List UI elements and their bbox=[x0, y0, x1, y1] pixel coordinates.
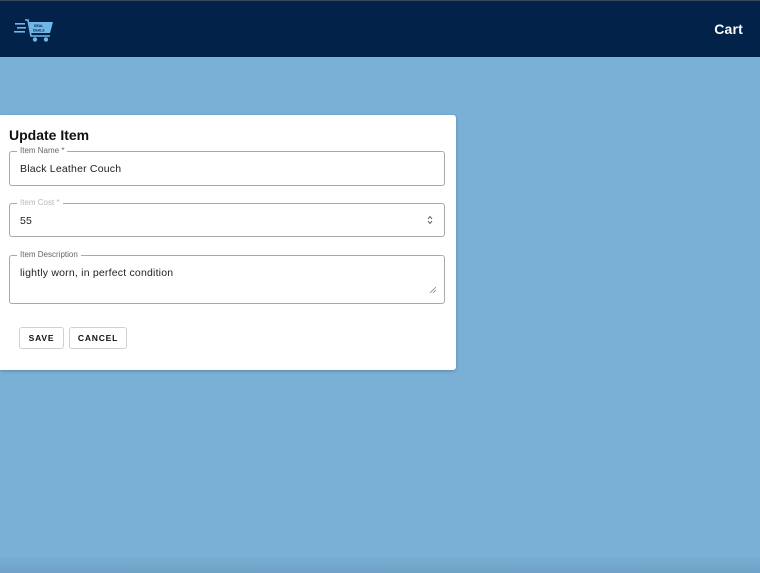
item-description-label: Item Description bbox=[17, 249, 81, 261]
item-cost-field[interactable]: Item Cost * 55 bbox=[9, 197, 445, 237]
item-name-label: Item Name * bbox=[17, 145, 68, 157]
navbar: DEAL DEALS Cart bbox=[0, 0, 760, 57]
shopping-cart-logo-icon[interactable]: DEAL DEALS bbox=[14, 17, 56, 43]
save-button[interactable]: SAVE bbox=[19, 327, 64, 349]
item-name-input[interactable]: Black Leather Couch bbox=[20, 163, 121, 175]
bottom-shadow bbox=[0, 555, 760, 573]
item-description-textarea[interactable]: lightly worn, in perfect condition bbox=[20, 267, 173, 279]
logo-text-bottom: DEALS bbox=[33, 29, 45, 33]
item-name-field[interactable]: Item Name * Black Leather Couch bbox=[9, 145, 445, 186]
item-description-field[interactable]: Item Description lightly worn, in perfec… bbox=[9, 249, 445, 304]
form-title: Update Item bbox=[9, 127, 90, 143]
cancel-button[interactable]: CANCEL bbox=[69, 327, 127, 349]
cart-link[interactable]: Cart bbox=[714, 21, 743, 37]
logo-text-top: DEAL bbox=[34, 24, 43, 28]
item-cost-label: Item Cost * bbox=[17, 197, 63, 209]
number-spinner-icon[interactable] bbox=[427, 215, 433, 225]
update-item-card: Update Item Item Name * Black Leather Co… bbox=[0, 115, 456, 370]
resize-handle-icon[interactable] bbox=[430, 287, 436, 293]
item-cost-input[interactable]: 55 bbox=[20, 215, 32, 227]
